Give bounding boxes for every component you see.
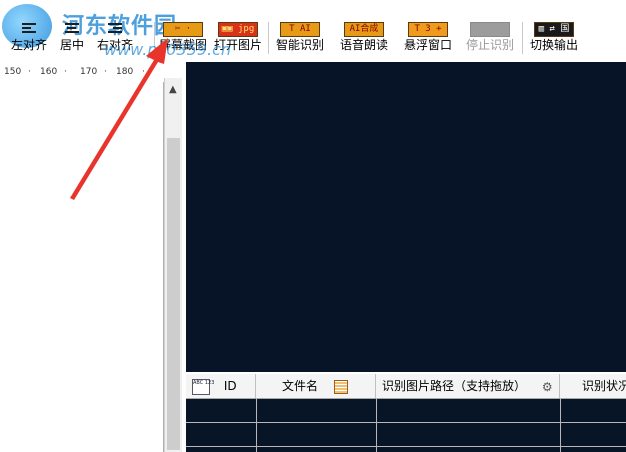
grid-line [376, 398, 377, 452]
column-header-path-label: 识别图片路径（支持拖放） [382, 379, 527, 393]
ruler-tick: 180 [116, 67, 134, 77]
speech-button[interactable]: AI合成 语音朗读 [336, 20, 392, 56]
ruler-tick: · [28, 67, 31, 77]
align-left-label: 左对齐 [10, 38, 47, 52]
ruler-tick: · [142, 67, 145, 77]
ruler-tick: 160 [40, 67, 58, 77]
ruler-tick: 170 [80, 67, 98, 77]
ruler-tick: · [64, 67, 67, 77]
switch-output-label: 切换输出 [529, 38, 578, 52]
stop-recognition-label: 停止识别 [465, 38, 514, 52]
column-header-status[interactable]: 识别状况 [560, 374, 626, 398]
grid-row-divider [186, 422, 626, 423]
align-left-button[interactable]: 左对齐 [4, 20, 54, 56]
speech-icon: AI合成 [344, 22, 384, 37]
scroll-up-icon[interactable]: ▲ [169, 84, 177, 95]
screenshot-icon: ✂ · [163, 22, 203, 37]
file-grid-icon [333, 379, 348, 394]
text-editor[interactable] [0, 82, 164, 452]
abc-123-icon: ABC 123 [192, 378, 214, 395]
stop-icon [470, 22, 510, 37]
column-header-filename-label: 文件名 [282, 379, 319, 393]
switch-output-icon: ▥ ⇄ 国 [534, 22, 574, 37]
scrollbar-thumb[interactable] [167, 138, 180, 450]
align-center-label: 居中 [59, 38, 84, 52]
grid-header: ABC 123 ID 文件名 识别图片路径（支持拖放） ⚙ 识别状况 [186, 374, 626, 399]
grid-line [256, 398, 257, 452]
grid-row-divider [186, 446, 626, 447]
ruler: 150 · 160 · 170 · 180 · [0, 62, 164, 83]
ruler-tick: · [104, 67, 107, 77]
align-left-icon [22, 23, 36, 35]
column-header-id[interactable]: ABC 123 ID [186, 374, 256, 398]
ocr-icon: T AI OCR [280, 22, 320, 37]
column-header-status-label: 识别状况 [582, 379, 626, 393]
float-window-button[interactable]: T 3 + 悬浮窗口 [400, 20, 456, 56]
column-header-id-label: ID [223, 379, 237, 393]
vertical-scrollbar[interactable]: ▲ [164, 78, 182, 452]
ocr-button[interactable]: T AI OCR 智能识别 [274, 20, 326, 56]
column-header-filename[interactable]: 文件名 [256, 374, 376, 398]
float-window-label: 悬浮窗口 [403, 38, 452, 52]
toolbar-separator [522, 22, 523, 54]
file-grid[interactable]: ABC 123 ID 文件名 识别图片路径（支持拖放） ⚙ 识别状况 [186, 374, 626, 452]
speech-label: 语音朗读 [339, 38, 388, 52]
watermark-url: www.pc0359.cn [104, 40, 232, 59]
grid-line [560, 398, 561, 452]
switch-output-button[interactable]: ▥ ⇄ 国 切换输出 [526, 20, 582, 56]
align-right-icon [108, 23, 122, 35]
toolbar: 河东软件园 左对齐 居中 右对齐 ✂ · 屏幕截图 ▣▣ jpg 打开图片 T … [0, 0, 626, 59]
align-center-button[interactable]: 居中 [58, 20, 86, 56]
align-center-icon [65, 23, 79, 35]
link-icon: ⚙ [541, 379, 553, 394]
column-header-path[interactable]: 识别图片路径（支持拖放） ⚙ [376, 374, 560, 398]
stop-recognition-button[interactable]: 停止识别 [462, 20, 518, 56]
float-window-icon: T 3 + [408, 22, 448, 37]
open-image-icon: ▣▣ jpg [218, 22, 258, 37]
toolbar-separator [268, 22, 269, 54]
ruler-tick: 150 [4, 67, 22, 77]
ocr-label: 智能识别 [275, 38, 324, 52]
image-preview-panel[interactable] [186, 62, 626, 372]
